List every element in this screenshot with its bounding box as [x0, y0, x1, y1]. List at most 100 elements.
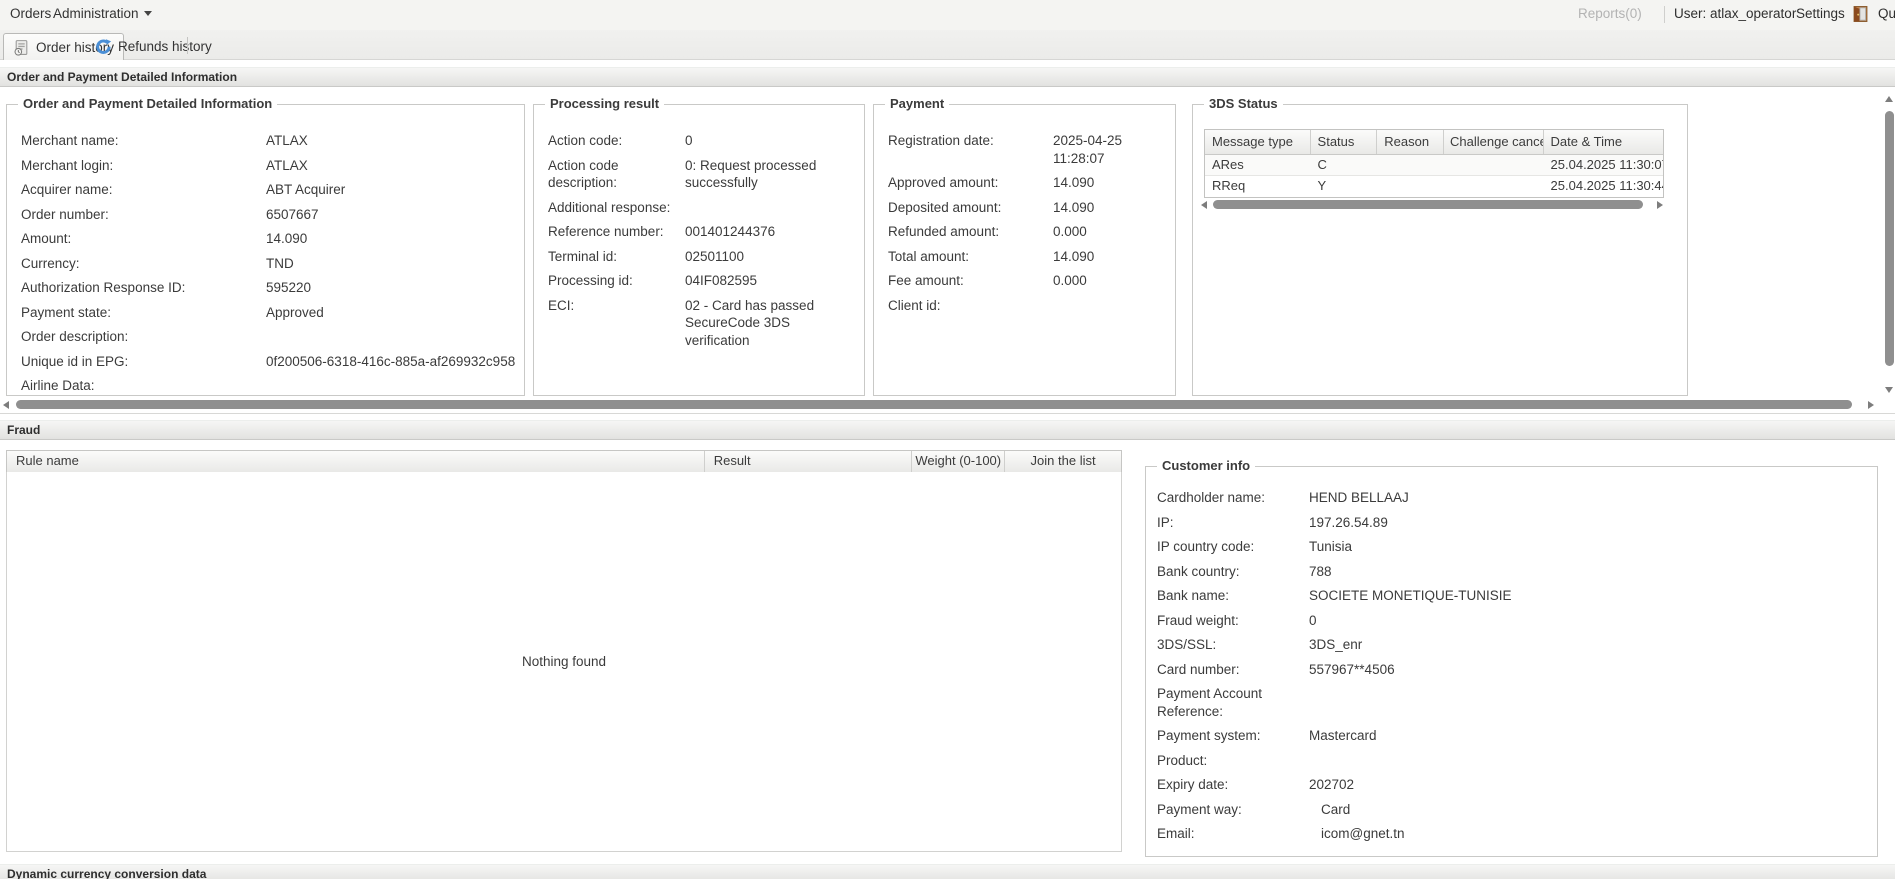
field-label: Bank country:: [1157, 563, 1240, 579]
chevron-down-icon: [143, 11, 152, 16]
customer-info-groupbox: Customer info Cardholder name: HEND BELLA…: [1145, 458, 1878, 857]
field-label: Approved amount:: [888, 175, 999, 190]
order-info-rows: Merchant name: ATLAX Merchant login: ATLAX A…: [7, 105, 524, 395]
field-value: 0: [1309, 612, 1317, 628]
field-row: 3DS/SSL: 3DS_enr: [1157, 636, 1865, 654]
menu-quit[interactable]: Quit: [1878, 6, 1895, 21]
field-value: 0f200506-6318-416c-885a-af269932c958: [266, 353, 516, 369]
field-row: Authorization Response ID: 595220: [21, 279, 512, 297]
menu-reports: Reports(0): [1578, 6, 1642, 21]
field-value: 0.000: [1053, 273, 1087, 288]
field-label: Email:: [1157, 826, 1195, 841]
table-cell: [1377, 176, 1444, 197]
fraud-table-body: Nothing found: [6, 472, 1122, 852]
door-icon[interactable]: [1852, 5, 1869, 23]
scroll-right-arrow[interactable]: [1868, 401, 1874, 409]
field-label: Amount:: [21, 231, 72, 246]
field-row: Fraud weight: 0: [1157, 612, 1865, 630]
user-label: User: atlax_operator: [1674, 6, 1797, 21]
menu-settings[interactable]: Settings: [1796, 6, 1845, 21]
field-value: 557967**4506: [1309, 661, 1395, 677]
section-header-dcc: Dynamic currency conversion data: [0, 864, 1895, 879]
field-row: Merchant login: ATLAX: [21, 157, 512, 175]
table-cell: ARes: [1212, 157, 1244, 172]
tab-refunds-history[interactable]: Refunds history: [86, 33, 221, 60]
tab-refunds-history-label: Refunds history: [118, 39, 212, 54]
field-label: Action code description:: [548, 157, 619, 191]
field-row: IP country code: Tunisia: [1157, 538, 1865, 556]
field-value: ATLAX: [266, 157, 308, 173]
field-label: Product:: [1157, 752, 1208, 768]
payment-legend: Payment: [885, 96, 950, 111]
field-value: 02501100: [685, 248, 745, 264]
tab-separator: [187, 37, 188, 54]
field-row: Unique id in EPG: 0f200506-6318-416c-885a…: [21, 353, 516, 371]
field-label: IP country code:: [1157, 539, 1255, 554]
order-history-icon: [13, 39, 30, 56]
field-label: Merchant name:: [21, 133, 119, 148]
menubar: Orders Administration Reports(0) User: a…: [0, 0, 1895, 30]
field-label: Payment Account Reference:: [1157, 686, 1263, 719]
field-row: Action code: 0: [548, 132, 852, 150]
scroll-right-arrow[interactable]: [1657, 201, 1663, 209]
field-label: Bank name:: [1157, 588, 1230, 603]
field-value: 14.090: [266, 231, 308, 246]
field-row: ECI: 02 - Card has passed SecureCode 3DS …: [548, 297, 852, 350]
field-value: 0: Request processed successfully: [685, 157, 817, 191]
field-label: Order number:: [21, 206, 109, 222]
order-info-groupbox: Order and Payment Detailed Information M…: [6, 96, 525, 396]
field-label: Client id:: [888, 297, 941, 313]
column-header: Message type: [1205, 130, 1311, 154]
payment-groupbox: Payment Registration date: 2025-04-25 11:…: [873, 96, 1176, 396]
hscroll-thumb[interactable]: [16, 400, 1852, 409]
field-value: 595220: [266, 280, 312, 295]
field-value: 0: [685, 133, 693, 148]
refresh-icon: [95, 38, 112, 55]
fraud-table-header: Rule name Result Weight (0-100) Join the li…: [6, 450, 1122, 473]
field-row: Bank name: SOCIETE MONETIQUE-TUNISIE: [1157, 587, 1865, 605]
field-label: Authorization Response ID:: [21, 280, 186, 295]
field-row: Payment state: Approved: [21, 304, 512, 322]
field-row: Expiry date: 202702: [1157, 776, 1865, 794]
field-label: Terminal id:: [548, 248, 618, 264]
vscroll-thumb[interactable]: [1885, 111, 1894, 366]
menu-orders[interactable]: Orders: [10, 6, 51, 21]
field-label: Registration date:: [888, 133, 994, 148]
scroll-left-arrow[interactable]: [1201, 201, 1207, 209]
column-header: Reason: [1377, 130, 1444, 154]
field-row: Processing id: 04IF082595: [548, 272, 852, 290]
field-row: Client id:: [888, 297, 1163, 315]
field-label: Additional response:: [548, 199, 671, 215]
field-label: Deposited amount:: [888, 199, 1002, 215]
column-header: Result: [705, 451, 913, 472]
field-value: Mastercard: [1309, 728, 1377, 743]
scroll-down-arrow[interactable]: [1885, 387, 1893, 393]
pane-divider: [0, 413, 1895, 414]
field-label: Airline Data:: [21, 378, 95, 393]
field-value: TND: [266, 255, 294, 271]
scroll-left-arrow[interactable]: [3, 401, 9, 409]
menu-administration[interactable]: Administration: [53, 6, 152, 21]
field-row: Order number: 6507667: [21, 206, 512, 224]
column-header: Status: [1311, 130, 1378, 154]
field-label: Refunded amount:: [888, 224, 1000, 239]
field-value: HEND BELLAAJ: [1309, 490, 1409, 505]
section-header-order-details: Order and Payment Detailed Information: [0, 67, 1895, 87]
field-value: Card: [1321, 801, 1351, 817]
field-label: Acquirer name:: [21, 182, 113, 197]
field-row: Merchant name: ATLAX: [21, 132, 512, 150]
scroll-up-arrow[interactable]: [1885, 96, 1893, 102]
customer-info-rows: Cardholder name: HEND BELLAAJ IP: 197.26.54…: [1146, 467, 1877, 843]
field-value: 04IF082595: [685, 273, 758, 288]
field-label: Payment way:: [1157, 801, 1242, 817]
field-row: Airline Data:: [21, 377, 512, 395]
field-row: Registration date: 2025-04-25 11:28:07: [888, 132, 1163, 167]
field-row: Total amount: 14.090: [888, 248, 1163, 266]
customer-info-legend: Customer info: [1157, 458, 1256, 473]
field-label: 3DS/SSL:: [1157, 637, 1217, 652]
hscroll-thumb[interactable]: [1213, 200, 1643, 209]
field-label: Action code:: [548, 133, 623, 148]
field-value: 3DS_enr: [1309, 637, 1363, 652]
field-label: Fraud weight:: [1157, 612, 1239, 628]
field-value: 0.000: [1053, 224, 1087, 239]
